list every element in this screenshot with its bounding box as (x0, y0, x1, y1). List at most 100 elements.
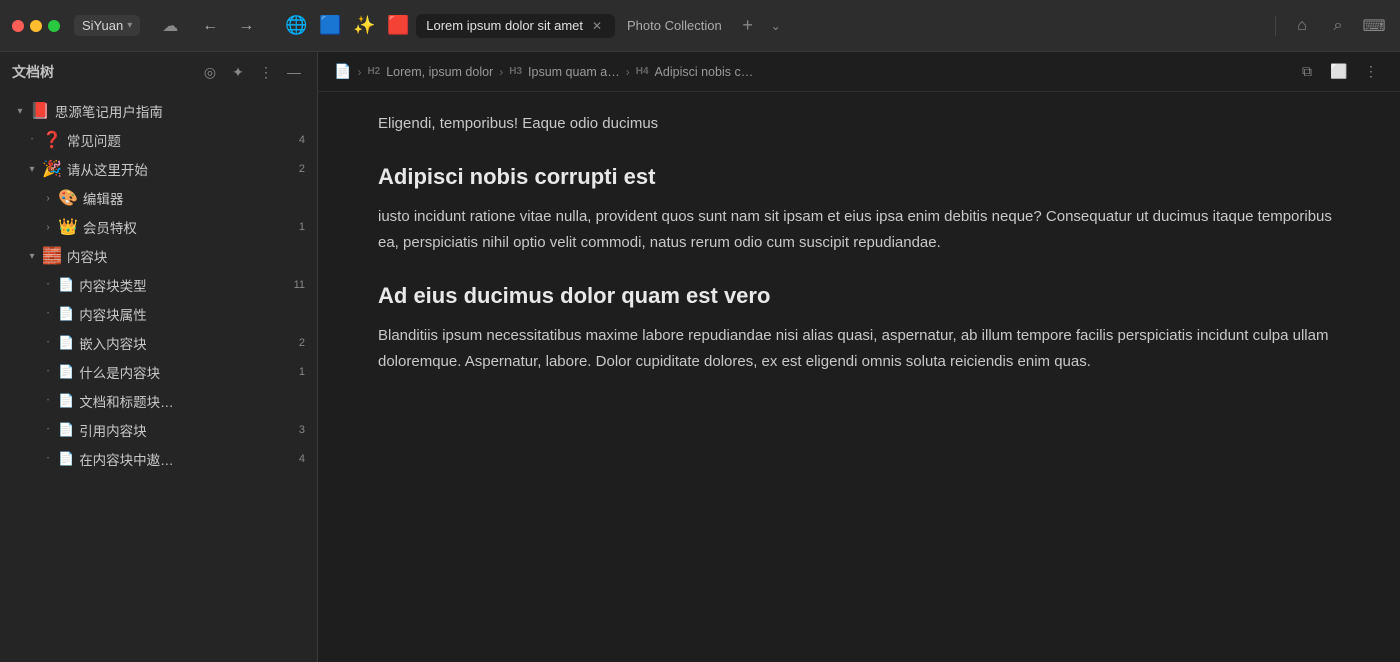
doc-icon-embed-block: 📄 (58, 335, 74, 351)
breadcrumb-level-2: H4 (636, 66, 649, 77)
tree-bullet-navigate-block: • (40, 456, 56, 462)
titlebar-divider (1275, 16, 1276, 36)
tree-area: ▾ 📕 思源笔记用户指南 • ❓ 常见问题 4 ▾ 🎉 请从这里开始 2 › (0, 92, 317, 662)
app-name-label: SiYuan (82, 18, 123, 33)
tree-item-root[interactable]: ▾ 📕 思源笔记用户指南 (4, 97, 313, 125)
tree-item-start[interactable]: ▾ 🎉 请从这里开始 2 (4, 155, 313, 183)
doc-icon-ref-block: 📄 (58, 422, 74, 438)
app-name-button[interactable]: SiYuan ▾ (74, 15, 140, 36)
tree-bullet-faq: • (24, 137, 40, 143)
tree-item-block-type[interactable]: • 📄 内容块类型 11 (4, 271, 313, 299)
tree-toggle-root[interactable]: ▾ (12, 103, 28, 119)
tree-bullet-block-type: • (40, 282, 56, 288)
focus-icon[interactable]: ◎ (199, 61, 221, 83)
add-tab-button[interactable]: + (734, 12, 762, 40)
tree-count-member: 1 (289, 221, 305, 233)
tree-label-what-block: 什么是内容块 (79, 362, 285, 382)
tab-icon-blue[interactable]: 🟦 (314, 10, 346, 42)
tree-item-editor[interactable]: › 🎨 编辑器 (4, 184, 313, 212)
tab-icon-red[interactable]: 🟥 (382, 10, 414, 42)
open-new-button[interactable]: ⬜ (1326, 59, 1352, 85)
tab-list-button[interactable]: ⌄ (764, 14, 788, 38)
breadcrumb-level-0: H2 (367, 66, 380, 77)
tree-label-start: 请从这里开始 (67, 159, 285, 179)
search-icon[interactable]: ⌕ (1324, 12, 1352, 40)
doc-icon-what-block: 📄 (58, 364, 74, 380)
tree-item-what-block[interactable]: • 📄 什么是内容块 1 (4, 358, 313, 386)
tree-item-doc-heading[interactable]: • 📄 文档和标题块… (4, 387, 313, 415)
back-button[interactable]: ← (196, 12, 224, 40)
breadcrumb-label-2: Adipisci nobis c… (655, 65, 754, 79)
tree-item-block-attr[interactable]: • 📄 内容块属性 (4, 300, 313, 328)
tab-label: Lorem ipsum dolor sit amet (426, 18, 583, 33)
breadcrumb-label-1: Ipsum quam a… (528, 65, 620, 79)
tree-toggle-start[interactable]: ▾ (24, 161, 40, 177)
breadcrumb-bar: 📄 › H2 Lorem, ipsum dolor › H3 Ipsum qua… (318, 52, 1400, 92)
tree-toggle-editor[interactable]: › (40, 190, 56, 206)
tree-label-embed-block: 嵌入内容块 (79, 333, 285, 353)
tree-label-member: 会员特权 (83, 217, 285, 237)
tree-item-embed-block[interactable]: • 📄 嵌入内容块 2 (4, 329, 313, 357)
breadcrumb-item-2[interactable]: H4 Adipisci nobis c… (636, 65, 753, 79)
expand-icon[interactable]: ✦ (227, 61, 249, 83)
tree-icon-start: 🎉 (42, 159, 62, 179)
minimize-button[interactable] (30, 20, 42, 32)
breadcrumb-right-actions: ⧉ ⬜ ⋮ (1294, 59, 1384, 85)
tab-icon-globe[interactable]: 🌐 (280, 10, 312, 42)
tab-close-button[interactable]: ✕ (589, 18, 605, 34)
breadcrumb-item-1[interactable]: H3 Ipsum quam a… (509, 65, 620, 79)
doc-icon-block-type: 📄 (58, 277, 74, 293)
forward-button[interactable]: → (232, 12, 260, 40)
sidebar-title: 文档树 (12, 62, 199, 82)
sidebar: 文档树 ◎ ✦ ⋮ — ▾ 📕 思源笔记用户指南 • ❓ 常见问题 4 (0, 52, 318, 662)
tree-icon-root: 📕 (30, 101, 50, 121)
tree-bullet-ref-block: • (40, 427, 56, 433)
tree-icon-editor: 🎨 (58, 188, 78, 208)
tree-count-faq: 4 (289, 134, 305, 146)
sidebar-header: 文档树 ◎ ✦ ⋮ — (0, 52, 317, 92)
tree-label-block-attr: 内容块属性 (79, 304, 305, 324)
maximize-button[interactable] (48, 20, 60, 32)
tab-label-photo: Photo Collection (627, 18, 722, 33)
more-options-button[interactable]: ⋮ (1358, 59, 1384, 85)
tree-item-content-block[interactable]: ▾ 🧱 内容块 (4, 242, 313, 270)
tree-item-ref-block[interactable]: • 📄 引用内容块 3 (4, 416, 313, 444)
section1-heading: Adipisci nobis corrupti est (378, 164, 1340, 190)
tab-icon-sparkle[interactable]: ✨ (348, 10, 380, 42)
keyboard-icon[interactable]: ⌨ (1360, 12, 1388, 40)
breadcrumb-label-0: Lorem, ipsum dolor (386, 65, 493, 79)
tree-label-ref-block: 引用内容块 (79, 420, 285, 440)
breadcrumb-doc-icon[interactable]: 📄 (334, 63, 351, 80)
tree-label-root: 思源笔记用户指南 (55, 101, 305, 121)
breadcrumb-item-0[interactable]: H2 Lorem, ipsum dolor (367, 65, 493, 79)
more-icon[interactable]: ⋮ (255, 61, 277, 83)
section2-paragraph: Blanditiis ipsum necessitatibus maxime l… (378, 323, 1340, 374)
tree-item-faq[interactable]: • ❓ 常见问题 4 (4, 126, 313, 154)
tab-photo-collection[interactable]: Photo Collection (617, 14, 732, 37)
tree-bullet-embed-block: • (40, 340, 56, 346)
traffic-lights (12, 20, 60, 32)
home-icon[interactable]: ⌂ (1288, 12, 1316, 40)
tree-toggle-content-block[interactable]: ▾ (24, 248, 40, 264)
section1-paragraph: iusto incidunt ratione vitae nulla, prov… (378, 204, 1340, 255)
tree-icon-content-block: 🧱 (42, 246, 62, 266)
tree-item-navigate-block[interactable]: • 📄 在内容块中遨… 4 (4, 445, 313, 473)
cloud-sync-icon[interactable]: ☁ (156, 12, 184, 40)
tree-count-start: 2 (289, 163, 305, 175)
doc-icon-doc-heading: 📄 (58, 393, 74, 409)
sidebar-actions: ◎ ✦ ⋮ — (199, 61, 305, 83)
copy-link-button[interactable]: ⧉ (1294, 59, 1320, 85)
tree-item-member[interactable]: › 👑 会员特权 1 (4, 213, 313, 241)
collapse-icon[interactable]: — (283, 61, 305, 83)
tree-label-navigate-block: 在内容块中遨… (79, 449, 285, 469)
tree-label-doc-heading: 文档和标题块… (79, 391, 305, 411)
close-button[interactable] (12, 20, 24, 32)
tree-icon-faq: ❓ (42, 130, 62, 150)
section2-heading: Ad eius ducimus dolor quam est vero (378, 283, 1340, 309)
breadcrumb-sep-1: › (499, 65, 503, 79)
tab-lorem-ipsum[interactable]: Lorem ipsum dolor sit amet ✕ (416, 14, 615, 38)
tree-count-ref-block: 3 (289, 424, 305, 436)
tabs-area: 🌐 🟦 ✨ 🟥 Lorem ipsum dolor sit amet ✕ Pho… (280, 10, 1263, 42)
tree-toggle-member[interactable]: › (40, 219, 56, 235)
doc-icon-block-attr: 📄 (58, 306, 74, 322)
